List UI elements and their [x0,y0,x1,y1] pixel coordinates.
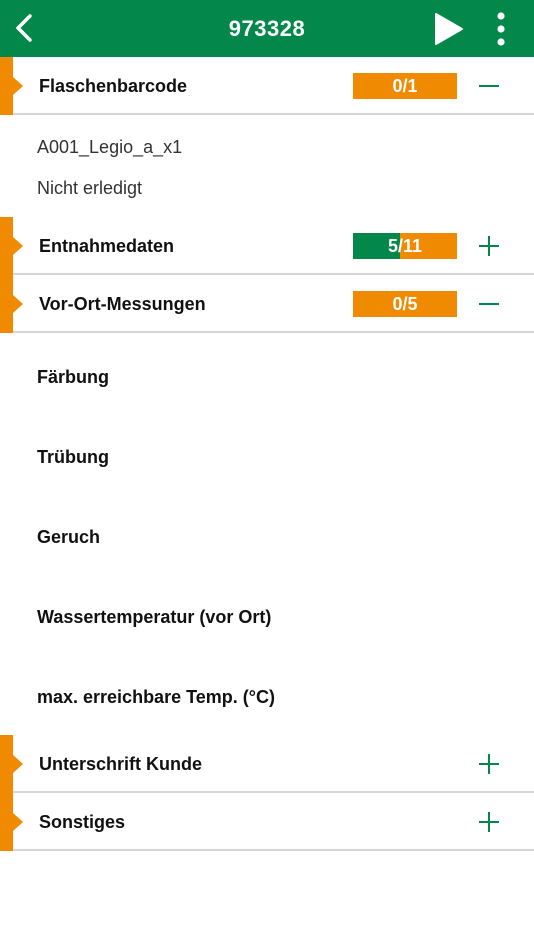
top-app-bar: 973328 [0,0,534,57]
section-marker [0,275,23,333]
collapse-icon[interactable] [474,289,504,319]
section-marker [0,735,23,793]
progress-text: 0/5 [392,294,418,314]
measurement-item-faerbung[interactable]: Färbung [37,367,109,388]
section-marker [0,217,23,275]
section-label: Flaschenbarcode [39,76,188,96]
section-marker [0,57,23,115]
section-label: Sonstiges [39,812,126,832]
progress-text: 5/11 [387,236,423,256]
expand-icon[interactable] [474,807,504,837]
section-vor-ort-messungen[interactable]: Vor-Ort-Messungen 0/5 [0,275,534,333]
barcode-value: A001_Legio_a_x1 [37,137,183,157]
section-label: Entnahmedaten [39,236,175,256]
measurement-item-truebung[interactable]: Trübung [37,447,109,468]
barcode-status: Nicht erledigt [37,178,143,198]
measurement-item-geruch[interactable]: Geruch [37,527,100,548]
progress-badge: 0/1 [353,73,457,99]
section-label: Vor-Ort-Messungen [39,294,206,314]
expand-icon[interactable] [474,749,504,779]
section-flaschenbarcode[interactable]: Flaschenbarcode 0/1 [0,57,534,115]
collapse-icon[interactable] [474,71,504,101]
section-sonstiges[interactable]: Sonstiges [0,793,534,851]
measurement-item-wassertemperatur[interactable]: Wassertemperatur (vor Ort) [37,607,271,628]
progress-text: 0/1 [392,76,418,96]
expand-icon[interactable] [474,231,504,261]
section-unterschrift-kunde[interactable]: Unterschrift Kunde [0,735,534,793]
section-entnahmedaten[interactable]: Entnahmedaten 5/11 [0,217,534,275]
section-marker [0,793,23,851]
more-vertical-icon[interactable] [488,8,514,50]
progress-badge: 5/11 [353,233,457,259]
play-icon[interactable] [430,10,466,48]
measurement-item-max-temp[interactable]: max. erreichbare Temp. (°C) [37,687,275,708]
section-label: Unterschrift Kunde [39,754,203,774]
progress-badge: 0/5 [353,291,457,317]
